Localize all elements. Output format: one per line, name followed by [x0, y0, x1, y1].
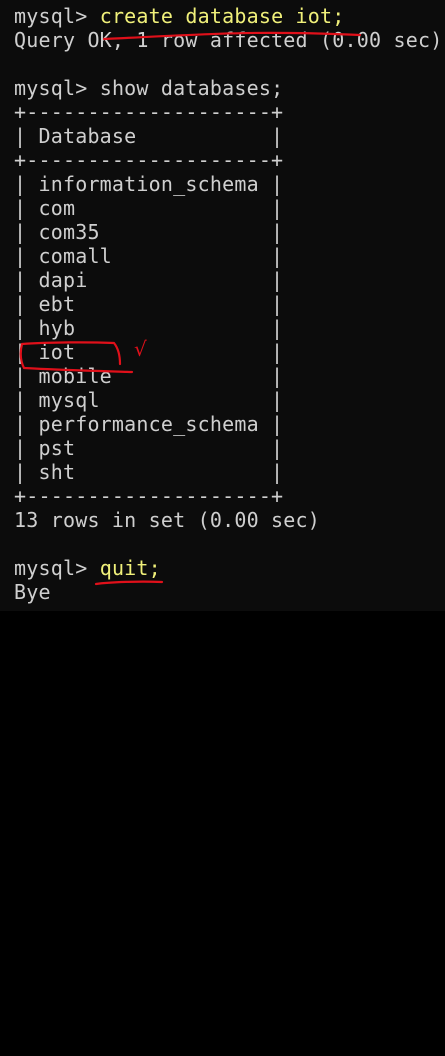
table-row: | sht | — [14, 460, 284, 484]
table-row: | information_schema | — [14, 172, 284, 196]
table-border-top: +--------------------+ — [14, 100, 284, 124]
command-show-databases: show databases; — [99, 76, 284, 100]
table-row: | com | — [14, 196, 284, 220]
query-ok-result: Query OK, 1 row affected (0.00 sec) — [14, 28, 443, 52]
table-row: | pst | — [14, 436, 284, 460]
table-row: | ebt | — [14, 292, 284, 316]
terminal-line-quit: mysql> quit; — [14, 556, 161, 580]
prompt: mysql> — [14, 4, 88, 28]
table-border-bottom: +--------------------+ — [14, 484, 284, 508]
terminal-line-show: mysql> show databases; — [14, 76, 283, 100]
terminal-line-create: mysql> create database iot; — [14, 4, 345, 28]
command-quit: quit; — [99, 556, 161, 580]
table-row: | performance_schema | — [14, 412, 284, 436]
rows-summary: 13 rows in set (0.00 sec) — [14, 508, 321, 532]
table-row: | com35 | — [14, 220, 284, 244]
table-row: | comall | — [14, 244, 284, 268]
table-row: | mysql | — [14, 388, 284, 412]
table-header: | Database | — [14, 124, 284, 148]
table-row: | dapi | — [14, 268, 284, 292]
table-border-header: +--------------------+ — [14, 148, 284, 172]
table-row-iot: | iot | — [14, 340, 284, 364]
bye-output: Bye — [14, 580, 51, 604]
table-row: | mobile | — [14, 364, 284, 388]
terminal-window[interactable]: mysql> create database iot; Query OK, 1 … — [0, 0, 445, 611]
command-create-database: create database iot; — [99, 4, 345, 28]
table-row: | hyb | — [14, 316, 284, 340]
prompt: mysql> — [14, 76, 88, 100]
prompt: mysql> — [14, 556, 88, 580]
